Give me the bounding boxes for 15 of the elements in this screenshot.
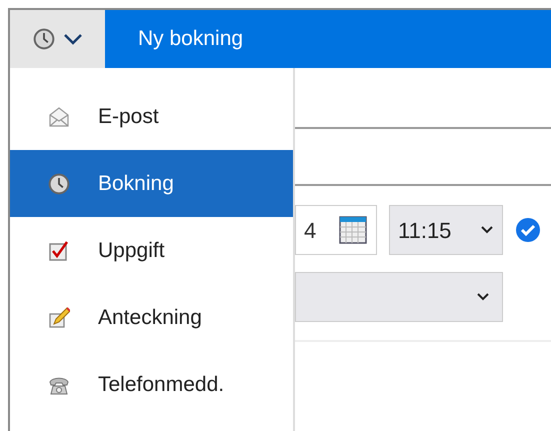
chevron-down-icon bbox=[476, 292, 490, 302]
window-title: Ny bokning bbox=[138, 26, 244, 52]
calendar-icon bbox=[338, 215, 368, 245]
date-field[interactable]: 4 bbox=[295, 205, 377, 255]
time-select[interactable]: 11:15 bbox=[389, 205, 503, 255]
clock-icon bbox=[48, 172, 70, 194]
type-dropdown-button[interactable] bbox=[10, 10, 105, 68]
chevron-down-icon bbox=[480, 225, 494, 235]
chevron-down-icon bbox=[62, 33, 82, 45]
checkbox-icon bbox=[48, 240, 70, 262]
menu-item[interactable]: Bokning bbox=[10, 150, 293, 217]
envelope-icon bbox=[48, 106, 70, 128]
select-field[interactable] bbox=[295, 272, 503, 322]
pencil-icon bbox=[48, 306, 70, 328]
clock-icon bbox=[32, 28, 54, 50]
